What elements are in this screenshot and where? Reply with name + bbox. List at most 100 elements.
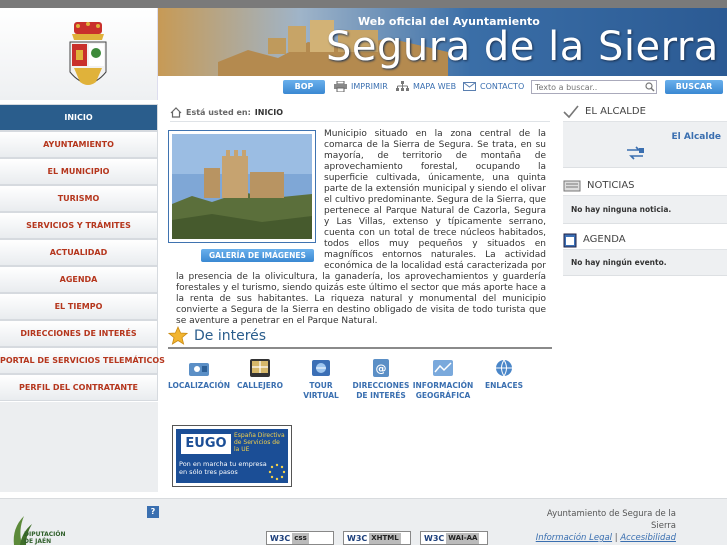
check-mark-icon (563, 104, 579, 118)
sidebar-item-tiempo[interactable]: EL TIEMPO (0, 293, 158, 320)
noticias-header: NOTICIAS (563, 176, 727, 196)
sidebar-item-turismo[interactable]: TURISMO (0, 185, 158, 212)
breadcrumb-current: INICIO (254, 108, 284, 117)
top-strip (0, 0, 727, 8)
w3c-wai-mark: W3C (424, 533, 445, 543)
interes-localizacion[interactable]: LOCALIZACIÓN (168, 358, 230, 391)
breadcrumb: Está usted en: INICIO (170, 104, 550, 122)
breadcrumb-label: Está usted en: (186, 108, 251, 117)
intro-text-block: Municipio situado en la zona central de … (176, 129, 546, 327)
search-icon[interactable] (645, 82, 655, 92)
sitemap-icon (396, 81, 409, 91)
eugo-directive-text: España Directiva de Servicios de la UE (234, 432, 285, 453)
alcalde-box: El Alcalde (563, 122, 727, 168)
globe-icon (496, 359, 512, 377)
diputacion-line1: DIPUTACIÓN (24, 531, 66, 538)
sidebar-item-direcciones[interactable]: DIRECCIONES DE INTERÉS (0, 320, 158, 347)
w3c-xhtml-tag: XHTML (369, 532, 401, 544)
interes-callejero[interactable]: CALLEJERO (234, 358, 286, 391)
geo-map-icon (433, 360, 453, 376)
street-map-icon (250, 359, 270, 377)
footer-org: Ayuntamiento de Segura de la Sierra (546, 509, 676, 531)
interes-enlaces-label: ENLACES (484, 381, 523, 390)
eugo-slogan: Pon en marcha tu empresa en sólo tres pa… (179, 460, 267, 476)
calendar-icon (563, 233, 577, 247)
sidebar-item-ayuntamiento[interactable]: AYUNTAMIENTO (0, 131, 158, 158)
sitemap-label: MAPA WEB (413, 82, 457, 91)
w3c-wai-tag: WAI-AA (446, 532, 480, 544)
footer-separator: | (614, 533, 618, 543)
address-book-icon: @ (373, 359, 389, 377)
sidebar-item-agenda[interactable]: AGENDA (0, 266, 158, 293)
accessibility-link[interactable]: Accesibilidad (620, 533, 676, 543)
alcalde-link[interactable]: El Alcalde (672, 132, 721, 142)
interes-tour-virtual[interactable]: TOUR VIRTUAL (296, 358, 346, 401)
sidebar-item-municipio[interactable]: EL MUNICIPIO (0, 158, 158, 185)
diputacion-text: DIPUTACIÓN DE JAÉN (24, 531, 66, 545)
print-link[interactable]: IMPRIMIR (334, 81, 388, 92)
w3c-wai-badge[interactable]: W3C WAI-AA (420, 531, 488, 545)
interes-direcciones[interactable]: @ DIRECCIONES DE INTERÉS (352, 358, 410, 401)
star-icon (168, 326, 188, 345)
home-icon (170, 107, 182, 118)
arrows-icon (627, 146, 644, 160)
printer-icon (334, 81, 347, 92)
agenda-header: AGENDA (563, 230, 727, 250)
interes-callejero-label: CALLEJERO (236, 381, 284, 390)
coat-of-arms-icon (69, 22, 107, 85)
eugo-banner[interactable]: EUGO España Directiva de Servicios de la… (172, 425, 292, 487)
newspaper-icon (563, 180, 581, 191)
agenda-box: No hay ningún evento. (563, 250, 727, 276)
interes-info-geografica-label: INFORMACIÓN GEOGRÁFICA (412, 381, 474, 400)
envelope-icon (463, 82, 476, 91)
interes-title: De interés (194, 327, 267, 344)
w3c-css-tag: css (292, 532, 309, 544)
bop-button[interactable]: BOP (283, 80, 325, 94)
eugo-banner-body: EUGO España Directiva de Servicios de la… (176, 429, 288, 483)
sitemap-link[interactable]: MAPA WEB (396, 81, 456, 92)
agenda-title: AGENDA (583, 234, 626, 245)
agenda-empty: No hay ningún evento. (571, 258, 667, 267)
right-column: EL ALCALDE El Alcalde NOTICIAS No hay ni… (563, 102, 727, 276)
site-title: Segura de la Sierra (326, 24, 719, 70)
noticias-title: NOTICIAS (587, 180, 635, 191)
map-pin-icon (189, 363, 209, 376)
sidebar-item-servicios[interactable]: SERVICIOS Y TRÁMITES (0, 212, 158, 239)
alcalde-title: EL ALCALDE (585, 106, 646, 117)
contact-label: CONTACTO (480, 82, 525, 91)
w3c-css-badge[interactable]: W3C css (266, 531, 334, 545)
interes-direcciones-label: DIRECCIONES DE INTERÉS (352, 381, 410, 400)
search-button[interactable]: BUSCAR (665, 80, 723, 94)
w3c-xhtml-mark: W3C (347, 533, 368, 543)
sidebar-item-actualidad[interactable]: ACTUALIDAD (0, 239, 158, 266)
interes-tour-label: TOUR VIRTUAL (303, 381, 339, 400)
toolbar: BOP IMPRIMIR MAPA WEB CONTACTO BUSCAR (158, 76, 727, 100)
logo-area[interactable] (0, 8, 158, 100)
sidebar-nav: INICIO AYUNTAMIENTO EL MUNICIPIO TURISMO… (0, 104, 165, 401)
eu-stars-icon (268, 463, 286, 481)
interes-info-geografica[interactable]: INFORMACIÓN GEOGRÁFICA (412, 358, 474, 401)
noticias-box: No hay ninguna noticia. (563, 196, 727, 224)
interes-enlaces[interactable]: ENLACES (482, 358, 526, 391)
diputacion-line2: DE JAÉN (24, 538, 52, 545)
print-label: IMPRIMIR (351, 82, 388, 91)
legal-link[interactable]: Información Legal (536, 533, 612, 543)
help-icon[interactable]: ? (147, 506, 159, 518)
interes-localizacion-label: LOCALIZACIÓN (168, 381, 230, 390)
header-banner: Web oficial del Ayuntamiento Segura de l… (158, 8, 727, 76)
sidebar-item-perfil[interactable]: PERFIL DEL CONTRATANTE (0, 374, 158, 401)
search-input[interactable] (531, 80, 657, 94)
sidebar-item-portal[interactable]: PORTAL DE SERVICIOS TELEMÁTICOS (0, 347, 165, 374)
alcalde-header: EL ALCALDE (563, 102, 727, 122)
svg-text:@: @ (376, 362, 387, 375)
virtual-tour-icon (312, 360, 330, 376)
eugo-logo: EUGO (181, 434, 231, 454)
sidebar-filler (0, 402, 158, 492)
w3c-css-mark: W3C (270, 533, 291, 543)
w3c-xhtml-badge[interactable]: W3C XHTML (343, 531, 411, 545)
contact-link[interactable]: CONTACTO (463, 81, 524, 92)
noticias-empty: No hay ninguna noticia. (571, 205, 672, 214)
interes-section-header: De interés (168, 324, 552, 349)
footer-info: Ayuntamiento de Segura de la Sierra Info… (528, 508, 676, 544)
sidebar-item-inicio[interactable]: INICIO (0, 104, 158, 131)
